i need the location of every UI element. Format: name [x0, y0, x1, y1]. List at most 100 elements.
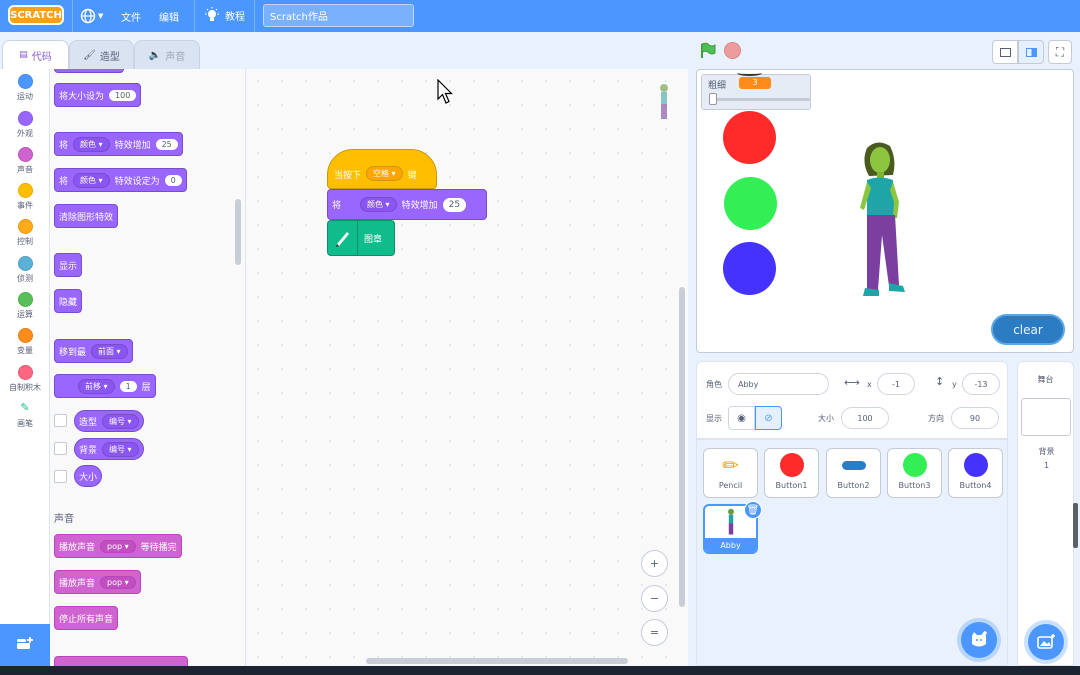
backdrop-thumbnail[interactable]	[1021, 398, 1071, 436]
sprite-tile-button2[interactable]: Button2	[826, 448, 881, 498]
sprite-tile-button4[interactable]: Button4	[948, 448, 1003, 498]
tutorials-menu[interactable]: 教程	[204, 7, 245, 23]
lightbulb-icon	[205, 7, 219, 21]
edit-menu[interactable]: 编辑	[159, 9, 179, 24]
category-my-blocks[interactable]: 自制积木	[0, 365, 50, 393]
stop-all-sounds-block[interactable]: 停止所有声音	[54, 606, 119, 630]
script-workspace[interactable]: 当按下 空格 ▾ 键 将 颜色 ▾ 特效增加 25 图章 + − =	[246, 69, 688, 666]
y-arrow-icon: ↕	[935, 375, 945, 388]
effect-dropdown[interactable]: 颜色 ▾	[73, 136, 110, 152]
size-reporter[interactable]: 大小	[74, 465, 103, 487]
sound-block-partial[interactable]	[54, 656, 188, 666]
clear-button-sprite[interactable]: clear	[991, 314, 1065, 345]
effect-value-input[interactable]: 0	[164, 174, 182, 186]
layer-dropdown[interactable]: 前面 ▾	[91, 343, 128, 359]
looks-block-partial[interactable]	[54, 69, 124, 73]
green-flag-icon[interactable]	[699, 42, 717, 60]
play-sound-until-done-block[interactable]: 播放声音 pop ▾ 等待播完	[54, 534, 182, 558]
category-motion[interactable]: 运动	[0, 74, 50, 102]
stage-canvas[interactable]: 粗细 3 clear	[696, 69, 1074, 353]
key-dropdown[interactable]: 空格 ▾	[366, 166, 403, 181]
costume-dropdown[interactable]: 编号 ▾	[102, 413, 139, 429]
when-key-pressed-block[interactable]: 当按下 空格 ▾ 键	[327, 149, 437, 189]
go-to-layer-block[interactable]: 移到最 前面 ▾	[54, 339, 133, 363]
variable-slider-monitor[interactable]: 粗细 3	[701, 74, 811, 110]
show-block[interactable]: 显示	[54, 253, 83, 277]
category-operators[interactable]: 运算	[0, 292, 50, 320]
effect-dropdown[interactable]: 颜色 ▾	[360, 197, 397, 212]
set-size-block[interactable]: 将大小设为 100	[54, 83, 142, 107]
sprite-name-input[interactable]: Abby	[728, 373, 829, 395]
delete-sprite-button[interactable]: 🗑	[744, 501, 762, 519]
category-looks[interactable]: 外观	[0, 111, 50, 139]
size-checkbox[interactable]	[54, 470, 67, 483]
category-sound[interactable]: 声音	[0, 147, 50, 175]
hide-sprite-button[interactable]: ⊘	[755, 406, 782, 430]
backdrop-reporter[interactable]: 背景 编号 ▾	[74, 438, 144, 460]
set-effect-block[interactable]: 将颜色 ▾ 特效设定为 0	[54, 168, 187, 192]
tab-code[interactable]: ▤ 代码	[2, 40, 69, 69]
tab-costumes[interactable]: 🖌 造型	[69, 40, 134, 69]
backdrop-checkbox[interactable]	[54, 442, 67, 455]
category-pen[interactable]: ✎ 画笔	[0, 401, 50, 429]
direction-input[interactable]: 90	[951, 407, 999, 429]
direction-dropdown[interactable]: 前移 ▾	[78, 378, 115, 394]
add-sprite-button[interactable]	[961, 622, 997, 658]
page-scrollbar[interactable]	[1073, 503, 1078, 548]
palette-scrollbar[interactable]	[235, 199, 241, 265]
monitor-slider-track[interactable]	[710, 98, 810, 101]
workspace-horizontal-scrollbar[interactable]	[366, 658, 628, 664]
zoom-out-icon: −	[649, 592, 660, 605]
show-sprite-button[interactable]: ◉	[728, 406, 755, 430]
layers-input[interactable]: 1	[119, 380, 137, 392]
red-button-sprite[interactable]	[723, 111, 776, 164]
zoom-reset-button[interactable]: =	[641, 619, 668, 646]
sprite-tile-button1[interactable]: Button1	[764, 448, 819, 498]
tab-sounds[interactable]: 🔈 声音	[134, 40, 200, 69]
large-stage-button[interactable]	[1018, 40, 1044, 64]
stage-selector-panel[interactable]: 舞台 背景 1	[1017, 361, 1074, 666]
hide-block[interactable]: 隐藏	[54, 289, 83, 313]
small-stage-button[interactable]	[992, 40, 1018, 64]
stop-icon[interactable]	[724, 42, 741, 59]
sprite-tile-button3[interactable]: Button3	[887, 448, 942, 498]
caret-down-icon: ▼	[98, 12, 104, 20]
costume-reporter[interactable]: 造型 编号 ▾	[74, 410, 144, 432]
change-effect-block[interactable]: 将颜色 ▾ 特效增加 25	[54, 132, 183, 156]
category-events[interactable]: 事件	[0, 183, 50, 211]
zoom-in-button[interactable]: +	[641, 550, 668, 577]
size-input[interactable]: 100	[841, 407, 889, 429]
zoom-out-button[interactable]: −	[641, 585, 668, 612]
abby-sprite[interactable]	[855, 140, 915, 305]
sound-dropdown[interactable]: pop ▾	[100, 539, 136, 553]
costume-checkbox[interactable]	[54, 414, 67, 427]
effect-amount-input[interactable]: 25	[442, 197, 467, 212]
fullscreen-button[interactable]: ⛶	[1048, 40, 1072, 64]
category-control[interactable]: 控制	[0, 219, 50, 247]
category-sensing[interactable]: 侦测	[0, 256, 50, 284]
sprite-tile-pencil[interactable]: ✏ Pencil	[703, 448, 758, 498]
effect-amount-input[interactable]: 25	[155, 138, 178, 150]
pen-stamp-block[interactable]: 图章	[327, 220, 395, 256]
effect-dropdown[interactable]: 颜色 ▾	[73, 172, 110, 188]
file-menu[interactable]: 文件	[121, 9, 141, 24]
add-backdrop-button[interactable]	[1028, 624, 1064, 660]
project-title-input[interactable]: Scratch作品	[263, 4, 414, 27]
clear-effects-block[interactable]: 清除图形特效	[54, 204, 119, 228]
go-layers-block[interactable]: 前移 ▾ 1 层	[54, 374, 156, 398]
scratch-logo[interactable]: SCRATCH	[8, 5, 64, 25]
green-button-sprite[interactable]	[724, 177, 777, 230]
workspace-vertical-scrollbar[interactable]	[679, 287, 685, 607]
change-effect-script-block[interactable]: 将 颜色 ▾ 特效增加 25	[327, 189, 487, 220]
add-extension-button[interactable]	[0, 624, 50, 666]
backdrop-dropdown[interactable]: 编号 ▾	[102, 441, 139, 457]
size-input[interactable]: 100	[109, 89, 137, 101]
sound-dropdown[interactable]: pop ▾	[100, 575, 136, 589]
category-variables[interactable]: 变量	[0, 328, 50, 356]
language-menu[interactable]: ▼	[80, 8, 103, 24]
y-input[interactable]: -13	[962, 373, 1000, 395]
start-sound-block[interactable]: 播放声音 pop ▾	[54, 570, 141, 594]
monitor-slider-thumb[interactable]	[709, 93, 717, 105]
x-input[interactable]: -1	[877, 373, 915, 395]
blue-button-sprite[interactable]	[723, 242, 776, 295]
